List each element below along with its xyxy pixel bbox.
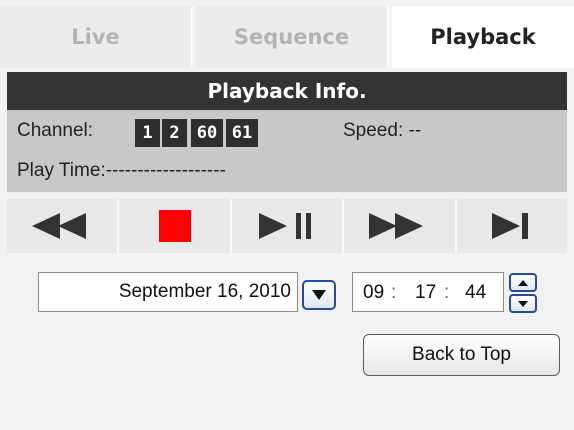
date-field[interactable]: September 16, 2010 <box>38 272 298 312</box>
playback-info-panel: Channel: 1 2 60 61 Speed: -- Play Time:-… <box>7 110 567 192</box>
channel-badge: 2 <box>162 119 187 147</box>
channel-badge: 61 <box>226 119 258 147</box>
transport-controls <box>7 199 568 253</box>
time-separator: : <box>391 282 397 303</box>
time-increment-button[interactable] <box>509 273 537 292</box>
playback-info-title: Playback Info. <box>7 72 567 110</box>
back-to-top-button[interactable]: Back to Top <box>363 334 560 376</box>
tab-bar: Live Sequence Playback <box>0 0 574 72</box>
stop-icon <box>158 210 191 242</box>
time-decrement-button[interactable] <box>509 294 537 313</box>
chevron-up-icon <box>518 279 528 286</box>
channel-badge: 60 <box>191 119 223 147</box>
play-pause-icon <box>259 213 312 239</box>
rewind-button[interactable] <box>7 199 120 253</box>
fast-forward-icon <box>369 213 424 239</box>
chevron-down-icon <box>312 290 326 300</box>
time-second[interactable]: 44 <box>465 282 486 304</box>
channel-label: Channel: <box>17 120 94 141</box>
time-field: 09 : 17 : 44 <box>352 272 504 312</box>
skip-to-end-icon <box>491 213 528 239</box>
play-time-label: Play Time:------------------- <box>17 160 226 181</box>
stop-button[interactable] <box>119 199 232 253</box>
tab-sequence[interactable]: Sequence <box>196 6 389 68</box>
tab-live[interactable]: Live <box>0 6 193 68</box>
play-pause-button[interactable] <box>231 199 345 253</box>
skip-to-end-button[interactable] <box>456 199 568 253</box>
time-minute[interactable]: 17 <box>415 282 436 304</box>
fast-forward-button[interactable] <box>344 199 457 253</box>
time-hour[interactable]: 09 <box>363 282 384 304</box>
rewind-icon <box>32 213 87 239</box>
date-dropdown-button[interactable] <box>302 280 336 310</box>
tab-playback[interactable]: Playback <box>392 6 574 68</box>
time-separator: : <box>444 282 450 303</box>
chevron-down-icon <box>518 300 528 307</box>
channel-badge: 1 <box>135 119 160 147</box>
speed-label: Speed: -- <box>343 120 422 141</box>
